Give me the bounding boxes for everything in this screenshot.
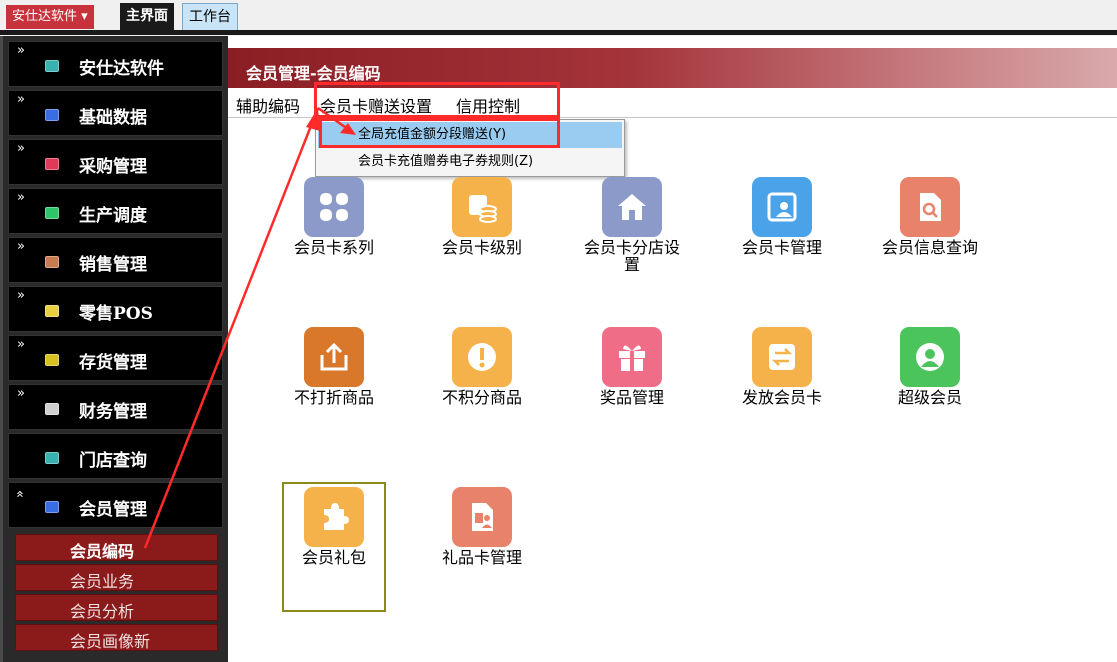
sidebar-item-label: 会员管理: [79, 500, 147, 520]
tile-label: 发放会员卡: [741, 388, 822, 407]
upload-icon: [304, 327, 364, 387]
sidebar-item-label: 销售管理: [79, 255, 147, 275]
sidebar-item-label: 财务管理: [79, 402, 147, 422]
chevron-icon: »: [17, 43, 25, 58]
coins-icon: [452, 177, 512, 237]
tab-main[interactable]: 主界面: [120, 3, 174, 30]
subnav-member-portrait[interactable]: 会员画像新: [15, 624, 218, 651]
sidebar-item-production[interactable]: » 生产调度: [8, 188, 223, 234]
card-doc-icon: [452, 487, 512, 547]
tile-label: 超级会员: [897, 388, 962, 407]
tile-label: 会员卡级别: [441, 238, 522, 257]
sidebar-item-member[interactable]: « 会员管理: [8, 482, 223, 528]
tile-label: 不打折商品: [293, 388, 374, 407]
sidebar-item-label: 基础数据: [79, 108, 147, 128]
collapse-chevron-icon: «: [11, 490, 27, 498]
module-icon: [45, 109, 59, 121]
chevron-icon: »: [17, 190, 25, 205]
tile-label: 会员卡分店设置: [583, 238, 680, 274]
gift-icon: [602, 327, 662, 387]
module-icon: [45, 158, 59, 170]
tile-card-management[interactable]: 会员卡管理: [722, 177, 842, 297]
tile-card-store-settings[interactable]: 会员卡分店设置: [572, 177, 692, 297]
subnav-label: 会员业务: [70, 572, 135, 591]
highlight-box-menu: [314, 82, 560, 118]
tile-label: 会员信息查询: [881, 238, 978, 257]
subnav-member-analysis[interactable]: 会员分析: [15, 594, 218, 621]
sidebar-item-anshida[interactable]: » 安仕达软件: [8, 41, 223, 87]
top-bar: 安仕达软件 ▾ 主界面 工作台: [0, 0, 1117, 36]
sidebar-item-inventory[interactable]: » 存货管理: [8, 335, 223, 381]
sidebar-item-label: 零售POS: [79, 304, 153, 324]
tab-workbench[interactable]: 工作台: [182, 3, 238, 30]
app-menu-button[interactable]: 安仕达软件 ▾: [6, 5, 94, 29]
chevron-icon: »: [17, 386, 25, 401]
chevron-icon: »: [17, 141, 25, 156]
chevron-icon: »: [17, 92, 25, 107]
tile-label: 会员卡系列: [293, 238, 374, 257]
doc-search-icon: [900, 177, 960, 237]
sidebar-item-label: 生产调度: [79, 206, 147, 226]
chevron-icon: »: [17, 288, 25, 303]
transfer-icon: [752, 327, 812, 387]
tile-label: 会员卡管理: [741, 238, 822, 257]
tile-super-member[interactable]: 超级会员: [870, 327, 990, 447]
subnav-label: 会员编码: [70, 542, 135, 561]
tile-card-level[interactable]: 会员卡级别: [422, 177, 542, 297]
tile-no-points-goods[interactable]: 不积分商品: [422, 327, 542, 447]
module-icon: [45, 403, 59, 415]
sidebar-item-label: 存货管理: [79, 353, 147, 373]
tile-gift-card-management[interactable]: 礼品卡管理: [422, 487, 542, 607]
sidebar-item-label: 安仕达软件: [79, 59, 164, 79]
sidebar-item-sales[interactable]: » 销售管理: [8, 237, 223, 283]
tile-label: 奖品管理: [599, 388, 664, 407]
highlight-box-dropdown-item: [319, 118, 560, 148]
tile-label: 不积分商品: [441, 388, 522, 407]
tile-member-info-query[interactable]: 会员信息查询: [870, 177, 990, 297]
menu-aux-code[interactable]: 辅助编码: [236, 93, 300, 117]
sidebar-item-purchase[interactable]: » 采购管理: [8, 139, 223, 185]
home-icon: [602, 177, 662, 237]
grid-icon: [304, 177, 364, 237]
tile-issue-member-card[interactable]: 发放会员卡: [722, 327, 842, 447]
subnav-member-business[interactable]: 会员业务: [15, 564, 218, 591]
tile-label: 礼品卡管理: [441, 548, 522, 567]
sidebar-item-basic-data[interactable]: » 基础数据: [8, 90, 223, 136]
highlight-box-tile: [282, 482, 386, 612]
tile-card-series[interactable]: 会员卡系列: [274, 177, 394, 297]
sidebar-item-store-query[interactable]: 门店查询: [8, 433, 223, 479]
module-icon: [45, 60, 59, 72]
alert-icon: [452, 327, 512, 387]
sidebar-item-retail-pos[interactable]: » 零售POS: [8, 286, 223, 332]
subnav-label: 会员分析: [70, 602, 135, 621]
chevron-icon: »: [17, 239, 25, 254]
user-icon: [900, 327, 960, 387]
module-icon: [45, 452, 59, 464]
tile-prize-management[interactable]: 奖品管理: [572, 327, 692, 447]
module-icon: [45, 305, 59, 317]
subnav-member-code[interactable]: 会员编码: [15, 534, 218, 561]
module-icon: [45, 256, 59, 268]
tile-no-discount-goods[interactable]: 不打折商品: [274, 327, 394, 447]
sidebar: » 安仕达软件 » 基础数据 » 采购管理 » 生产调度 » 销售管理 » 零售…: [0, 36, 228, 662]
panel-title: 会员管理-会员编码: [246, 64, 381, 83]
chevron-icon: »: [17, 337, 25, 352]
sidebar-item-label: 采购管理: [79, 157, 147, 177]
menu-item-coupon-rule[interactable]: 会员卡充值赠券电子券规则(Z): [318, 149, 622, 175]
subnav-label: 会员画像新: [70, 632, 151, 651]
module-icon: [45, 354, 59, 366]
tab-strip-divider: [0, 30, 1117, 35]
module-icon: [45, 501, 59, 513]
module-icon: [45, 207, 59, 219]
id-card-icon: [752, 177, 812, 237]
sidebar-item-finance[interactable]: » 财务管理: [8, 384, 223, 430]
sidebar-item-label: 门店查询: [79, 451, 147, 471]
